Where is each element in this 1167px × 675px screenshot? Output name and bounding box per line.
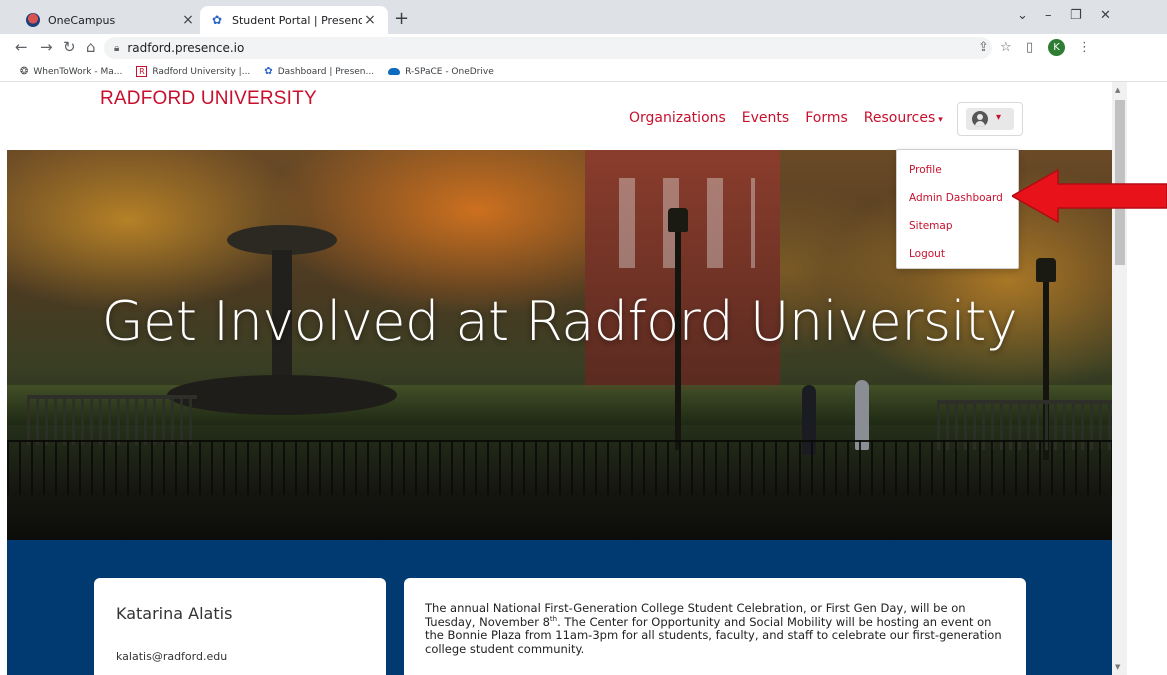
whentowork-icon: ❂ [20, 66, 29, 77]
user-menu-toggle[interactable]: ▾ [966, 108, 1014, 130]
hero-title: Get Involved at Radford University [101, 290, 1018, 353]
restore-icon[interactable]: ❐ [1070, 8, 1082, 23]
menu-item-sitemap[interactable]: Sitemap [897, 212, 1018, 240]
nav-resources[interactable]: Resources ▾ [864, 110, 943, 126]
caret-down-icon: ▾ [938, 115, 943, 125]
menu-item-logout[interactable]: Logout [897, 240, 1018, 268]
main-nav: Organizations Events Forms Resources ▾ [629, 110, 943, 126]
menu-item-profile[interactable]: Profile [897, 156, 1018, 184]
bookmark-label: R-SPaCE - OneDrive [405, 66, 494, 77]
profile-name: Katarina Alatis [116, 604, 233, 623]
tab-title: Student Portal | Presence [232, 13, 362, 27]
annotation-arrow-icon [1012, 168, 1167, 224]
address-bar[interactable]: 🔒︎ radford.presence.io [104, 37, 992, 59]
brand-logo[interactable]: RADFORD UNIVERSITY [100, 88, 317, 110]
radford-r-icon: R [136, 66, 148, 77]
bookmark-dashboard[interactable]: ✿ Dashboard | Presen... [264, 66, 374, 77]
reload-icon[interactable]: ↻ [63, 38, 76, 56]
tab-search-chevron-icon[interactable]: ⌄ [1017, 8, 1028, 23]
profile-avatar[interactable]: K [1048, 39, 1065, 56]
profile-email: kalatis@radford.edu [116, 650, 228, 663]
minimize-icon[interactable]: – [1045, 8, 1052, 23]
presence-favicon-icon: ✿ [211, 13, 223, 27]
tab-title: OneCampus [48, 13, 116, 27]
user-dropdown-menu: Profile Admin Dashboard Sitemap Logout [896, 149, 1019, 269]
home-icon[interactable]: ⌂ [86, 38, 96, 56]
browser-toolbar: ← → ↻ ⌂ 🔒︎ radford.presence.io ⇪ ☆ ▯ K ⋮ [0, 34, 1167, 62]
bookmark-label: Dashboard | Presen... [277, 66, 375, 77]
web-page: RADFORD UNIVERSITY Organizations Events … [7, 82, 1112, 675]
nav-events[interactable]: Events [742, 110, 789, 126]
onedrive-cloud-icon [388, 68, 401, 75]
bookmark-label: WhenToWork - Ma... [33, 66, 123, 77]
bench-image [27, 395, 197, 445]
nav-resources-label: Resources [863, 110, 936, 126]
forward-arrow-icon[interactable]: → [40, 38, 53, 56]
new-tab-icon[interactable]: + [394, 8, 409, 29]
browser-tab-student-portal[interactable]: ✿ Student Portal | Presence × [200, 6, 388, 34]
bookmark-rspace[interactable]: R-SPaCE - OneDrive [388, 67, 494, 77]
bookmark-star-icon[interactable]: ☆ [1000, 40, 1012, 55]
bookmark-label: Radford University |... [152, 66, 251, 77]
profile-card: Katarina Alatis kalatis@radford.edu [94, 578, 386, 675]
share-icon[interactable]: ⇪ [978, 40, 989, 55]
menu-kebab-icon[interactable]: ⋮ [1078, 40, 1091, 55]
user-avatar-icon [972, 111, 988, 127]
announcement-card: The annual National First-Generation Col… [404, 578, 1026, 675]
close-window-icon[interactable]: ✕ [1100, 8, 1111, 23]
menu-item-admin-dashboard[interactable]: Admin Dashboard [897, 184, 1018, 212]
bookmark-radford[interactable]: R Radford University |... [136, 66, 250, 77]
side-panel-icon[interactable]: ▯ [1026, 40, 1033, 55]
nav-forms[interactable]: Forms [805, 110, 848, 126]
back-arrow-icon[interactable]: ← [15, 38, 28, 56]
hero-fence [7, 440, 1112, 495]
announcement-text: The annual National First-Generation Col… [425, 601, 1005, 656]
scroll-up-icon[interactable]: ▲ [1115, 86, 1120, 94]
bookmarks-bar: ❂ WhenToWork - Ma... R Radford Universit… [0, 62, 1167, 82]
nav-organizations[interactable]: Organizations [629, 110, 726, 126]
scroll-down-icon[interactable]: ▼ [1115, 663, 1120, 671]
onecampus-favicon-icon [26, 13, 40, 27]
address-url: radford.presence.io [127, 41, 245, 55]
tab-close-icon[interactable]: × [180, 12, 196, 28]
bookmark-whentowork[interactable]: ❂ WhenToWork - Ma... [20, 66, 122, 77]
lock-icon: 🔒︎ [114, 42, 120, 54]
presence-icon: ✿ [264, 66, 273, 77]
tab-close-icon[interactable]: × [362, 12, 378, 28]
user-menu-button[interactable]: ▾ [957, 102, 1023, 136]
browser-tab-strip: OneCampus × ✿ Student Portal | Presence … [0, 0, 1167, 34]
browser-tab-onecampus[interactable]: OneCampus × [16, 6, 206, 34]
caret-down-icon: ▾ [996, 112, 1002, 123]
